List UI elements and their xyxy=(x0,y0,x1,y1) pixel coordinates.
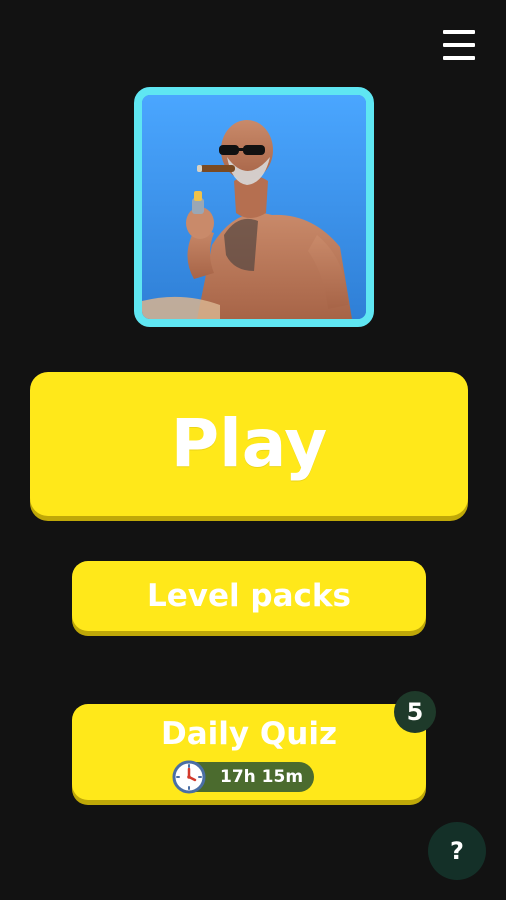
daily-quiz-timer-text: 17h 15m xyxy=(220,767,304,787)
daily-quiz-button[interactable]: Daily Quiz 17h 15m xyxy=(72,704,426,800)
play-button[interactable]: Play xyxy=(30,372,468,516)
menu-button[interactable] xyxy=(440,28,478,62)
help-button[interactable]: ? xyxy=(428,822,486,880)
hamburger-menu-icon xyxy=(443,30,475,34)
daily-quiz-label: Daily Quiz xyxy=(161,716,337,752)
portrait-illustration xyxy=(142,95,366,319)
daily-quiz-count-badge: 5 xyxy=(394,691,436,733)
level-packs-button[interactable]: Level packs xyxy=(72,561,426,631)
clock-icon xyxy=(172,760,206,794)
portrait-image xyxy=(134,87,374,327)
